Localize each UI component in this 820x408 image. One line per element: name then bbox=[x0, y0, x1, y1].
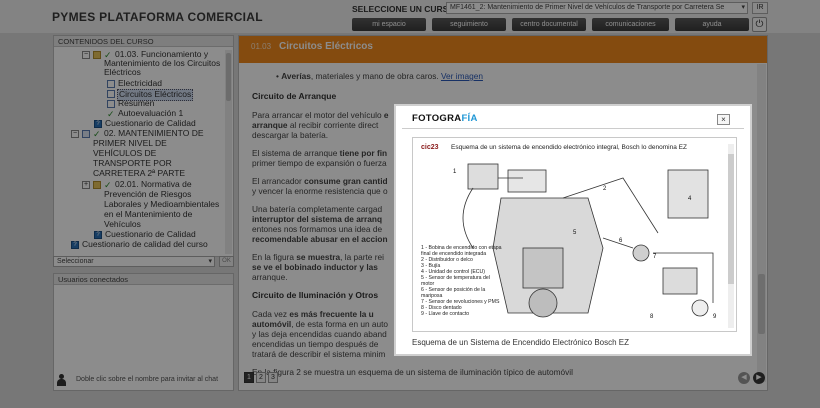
figure-scrollbar[interactable] bbox=[728, 144, 734, 328]
svg-text:1: 1 bbox=[453, 169, 457, 175]
svg-text:9: 9 bbox=[713, 314, 717, 320]
scrollbar-thumb[interactable] bbox=[728, 154, 734, 284]
svg-text:6: 6 bbox=[619, 238, 623, 244]
svg-text:2: 2 bbox=[603, 186, 607, 192]
figure-frame: cic23 Esquema de un sistema de encendido… bbox=[412, 137, 737, 332]
close-icon[interactable]: × bbox=[717, 114, 730, 125]
image-modal: FOTOGRAFÍA × cic23 Esquema de un sistema… bbox=[394, 104, 752, 356]
svg-text:7: 7 bbox=[653, 254, 657, 260]
fotografia-logo: FOTOGRAFÍA bbox=[412, 113, 478, 124]
figure-caption: Esquema de un Sistema de Encendido Elect… bbox=[412, 338, 630, 347]
svg-text:8: 8 bbox=[650, 314, 654, 320]
modal-divider bbox=[402, 128, 744, 129]
